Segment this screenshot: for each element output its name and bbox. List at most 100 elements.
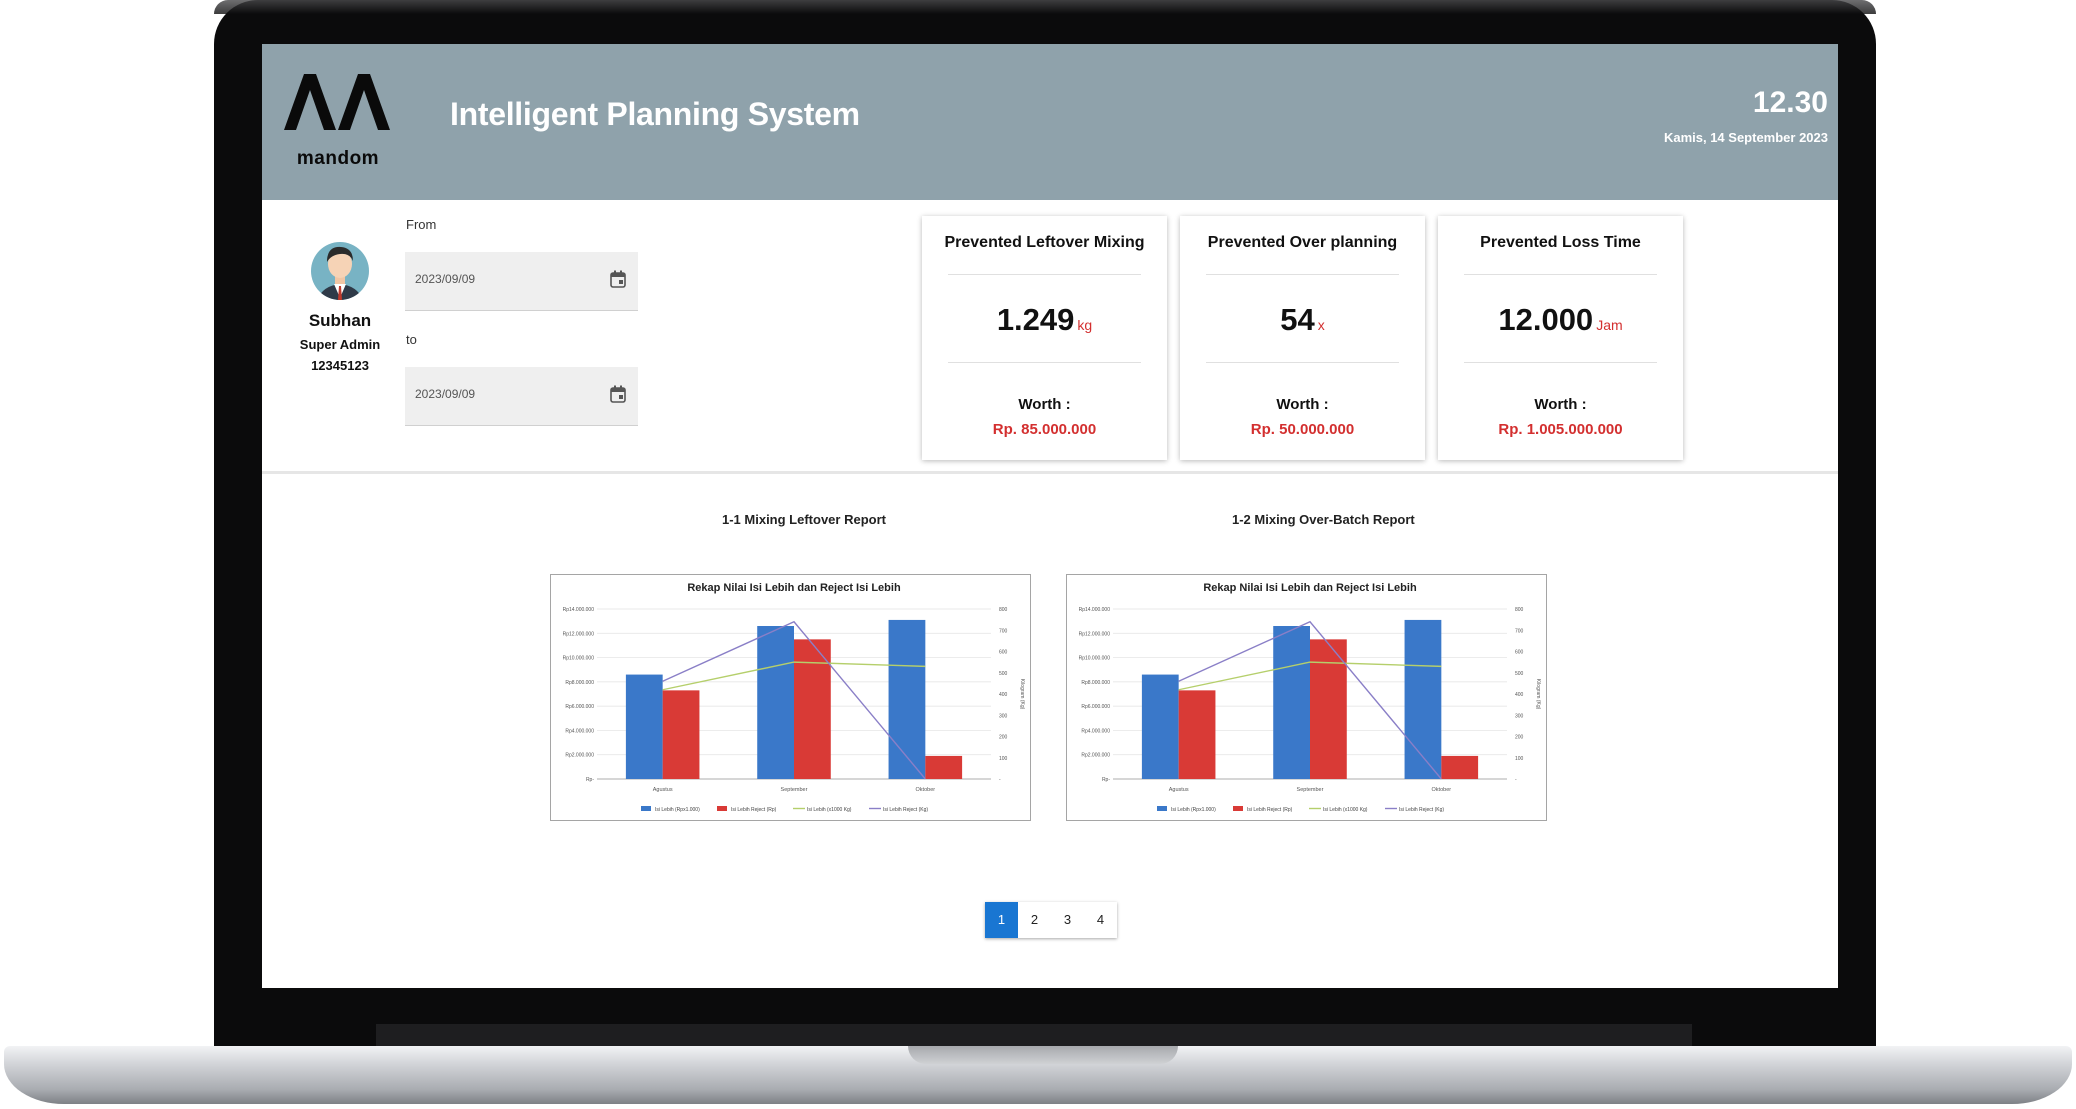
- page-button-2[interactable]: 2: [1018, 902, 1051, 938]
- card-unit: Jam: [1596, 317, 1623, 333]
- y2-tick-label: 300: [1515, 713, 1524, 719]
- y-tick-label: Rp-: [586, 777, 594, 783]
- card-leftover-mixing: Prevented Leftover Mixing 1.249 kg Worth …: [922, 216, 1167, 460]
- y-tick-label: Rp-: [1102, 777, 1110, 783]
- card-title: Prevented Leftover Mixing: [944, 234, 1145, 251]
- card-divider: [1206, 274, 1399, 275]
- from-date-value: 2023/09/09: [415, 272, 476, 286]
- y-tick-label: Rp10.000.000: [1079, 656, 1111, 662]
- app-header: mandom Intelligent Planning System 12.30…: [262, 44, 1838, 200]
- card-unit: kg: [1077, 317, 1093, 333]
- card-value: 1.249: [996, 302, 1075, 337]
- card-worth-label: Worth :: [1276, 396, 1329, 413]
- page-button-1[interactable]: 1: [985, 902, 1018, 938]
- bar-isi-lebih: [1141, 674, 1179, 779]
- card-worth-label: Worth :: [1018, 396, 1071, 413]
- bar-reject: [925, 755, 963, 779]
- logo-text: mandom: [296, 148, 380, 169]
- section-divider: [262, 471, 1838, 474]
- report-title-overbatch: 1-2 Mixing Over-Batch Report: [1232, 512, 1415, 527]
- user-avatar: [311, 242, 369, 300]
- calendar-icon[interactable]: [610, 270, 626, 288]
- chart-leftover-svg: Rekap Nilai Isi Lebih dan Reject Isi Leb…: [563, 582, 1025, 813]
- app-screen: mandom Intelligent Planning System 12.30…: [262, 44, 1838, 988]
- bar-isi-lebih: [1404, 619, 1442, 779]
- card-value-wrap: 1.249 kg: [922, 302, 1167, 338]
- legend-label: Isi Lebih Reject (Rp): [1247, 807, 1293, 813]
- card-value: 12.000: [1498, 302, 1594, 337]
- y-tick-label: Rp2.000.000: [565, 753, 594, 759]
- calendar-icon[interactable]: [610, 385, 626, 403]
- mandom-logo-icon: [284, 74, 390, 130]
- y-tick-label: Rp8.000.000: [1081, 680, 1110, 686]
- card-divider: [1464, 362, 1657, 363]
- y2-tick-label: 400: [1515, 692, 1524, 698]
- y2-tick-label: 800: [1515, 607, 1524, 613]
- x-tick-label: Agustus: [1169, 787, 1189, 793]
- card-title: Prevented Over planning: [1207, 234, 1398, 251]
- legend-label: Isi Lebih Reject (Rp): [731, 807, 777, 813]
- legend-swatch: [1157, 806, 1167, 811]
- card-loss-time: Prevented Loss Time 12.000 Jam Worth : Rp…: [1438, 216, 1683, 460]
- legend-label: Isi Lebih Reject (Kg): [1399, 807, 1444, 813]
- chart-overbatch-svg: Rekap Nilai Isi Lebih dan Reject Isi Leb…: [1079, 582, 1541, 813]
- card-divider: [948, 274, 1141, 275]
- y2-tick-label: 800: [999, 607, 1008, 613]
- y2-tick-label: 500: [999, 671, 1008, 677]
- bar-isi-lebih: [1273, 626, 1310, 779]
- y-tick-label: Rp8.000.000: [565, 680, 594, 686]
- card-over-planning: Prevented Over planning 54 x Worth : Rp. …: [1180, 216, 1425, 460]
- card-value: 54: [1280, 302, 1315, 337]
- y2-tick-label: 400: [999, 692, 1008, 698]
- y-tick-label: Rp12.000.000: [563, 631, 595, 637]
- to-date-value: 2023/09/09: [415, 387, 476, 401]
- x-tick-label: September: [1297, 787, 1324, 793]
- app-title: Intelligent Planning System: [450, 96, 860, 132]
- bar-reject: [662, 690, 700, 779]
- chart-overbatch[interactable]: Rekap Nilai Isi Lebih dan Reject Isi Leb…: [1066, 574, 1547, 821]
- y2-tick-label: -: [999, 777, 1001, 783]
- y-tick-label: Rp14.000.000: [1079, 607, 1111, 613]
- from-date-field[interactable]: 2023/09/09: [405, 252, 638, 311]
- y-tick-label: Rp12.000.000: [1079, 631, 1111, 637]
- card-title: Prevented Loss Time: [1480, 234, 1641, 251]
- y-tick-label: Rp6.000.000: [1081, 704, 1110, 710]
- y2-tick-label: 100: [1515, 756, 1524, 762]
- y2-axis-label: Kilogram (Kg): [1535, 679, 1541, 710]
- to-date-field[interactable]: 2023/09/09: [405, 367, 638, 426]
- card-value-wrap: 54 x: [1180, 302, 1425, 338]
- y2-tick-label: -: [1515, 777, 1517, 783]
- y2-axis-label: Kilogram (Kg): [1019, 679, 1025, 710]
- card-divider: [1206, 362, 1399, 363]
- user-role: Super Admin: [299, 337, 381, 352]
- card-worth-amount: Rp. 85.000.000: [992, 421, 1097, 438]
- to-label: to: [406, 332, 417, 347]
- bar-isi-lebih: [888, 619, 926, 779]
- chart-leftover[interactable]: Rekap Nilai Isi Lebih dan Reject Isi Leb…: [550, 574, 1031, 821]
- y-tick-label: Rp4.000.000: [565, 728, 594, 734]
- y2-tick-label: 700: [1515, 628, 1524, 634]
- card-worth-amount: Rp. 50.000.000: [1250, 421, 1355, 438]
- y-tick-label: Rp6.000.000: [565, 704, 594, 710]
- legend-label: Isi Lebih (x1000 Kg): [807, 807, 852, 813]
- from-label: From: [406, 217, 437, 232]
- page-button-3[interactable]: 3: [1051, 902, 1084, 938]
- chart-title: Rekap Nilai Isi Lebih dan Reject Isi Leb…: [687, 582, 901, 594]
- y2-tick-label: 200: [999, 735, 1008, 741]
- card-value-wrap: 12.000 Jam: [1438, 302, 1683, 338]
- page-button-4[interactable]: 4: [1084, 902, 1117, 938]
- current-date: Kamis, 14 September 2023: [1663, 130, 1828, 145]
- y2-tick-label: 700: [999, 628, 1008, 634]
- legend-swatch: [717, 806, 727, 811]
- y-tick-label: Rp14.000.000: [563, 607, 595, 613]
- legend-swatch: [641, 806, 651, 811]
- x-tick-label: Agustus: [653, 787, 673, 793]
- bar-isi-lebih: [625, 674, 663, 779]
- legend-label: Isi Lebih Reject (Kg): [883, 807, 928, 813]
- user-id: 12345123: [311, 358, 369, 373]
- card-worth-amount: Rp. 1.005.000.000: [1498, 421, 1623, 438]
- y2-tick-label: 500: [1515, 671, 1524, 677]
- report-title-leftover: 1-1 Mixing Leftover Report: [722, 512, 886, 527]
- y-tick-label: Rp4.000.000: [1081, 728, 1110, 734]
- bar-reject: [1441, 755, 1479, 779]
